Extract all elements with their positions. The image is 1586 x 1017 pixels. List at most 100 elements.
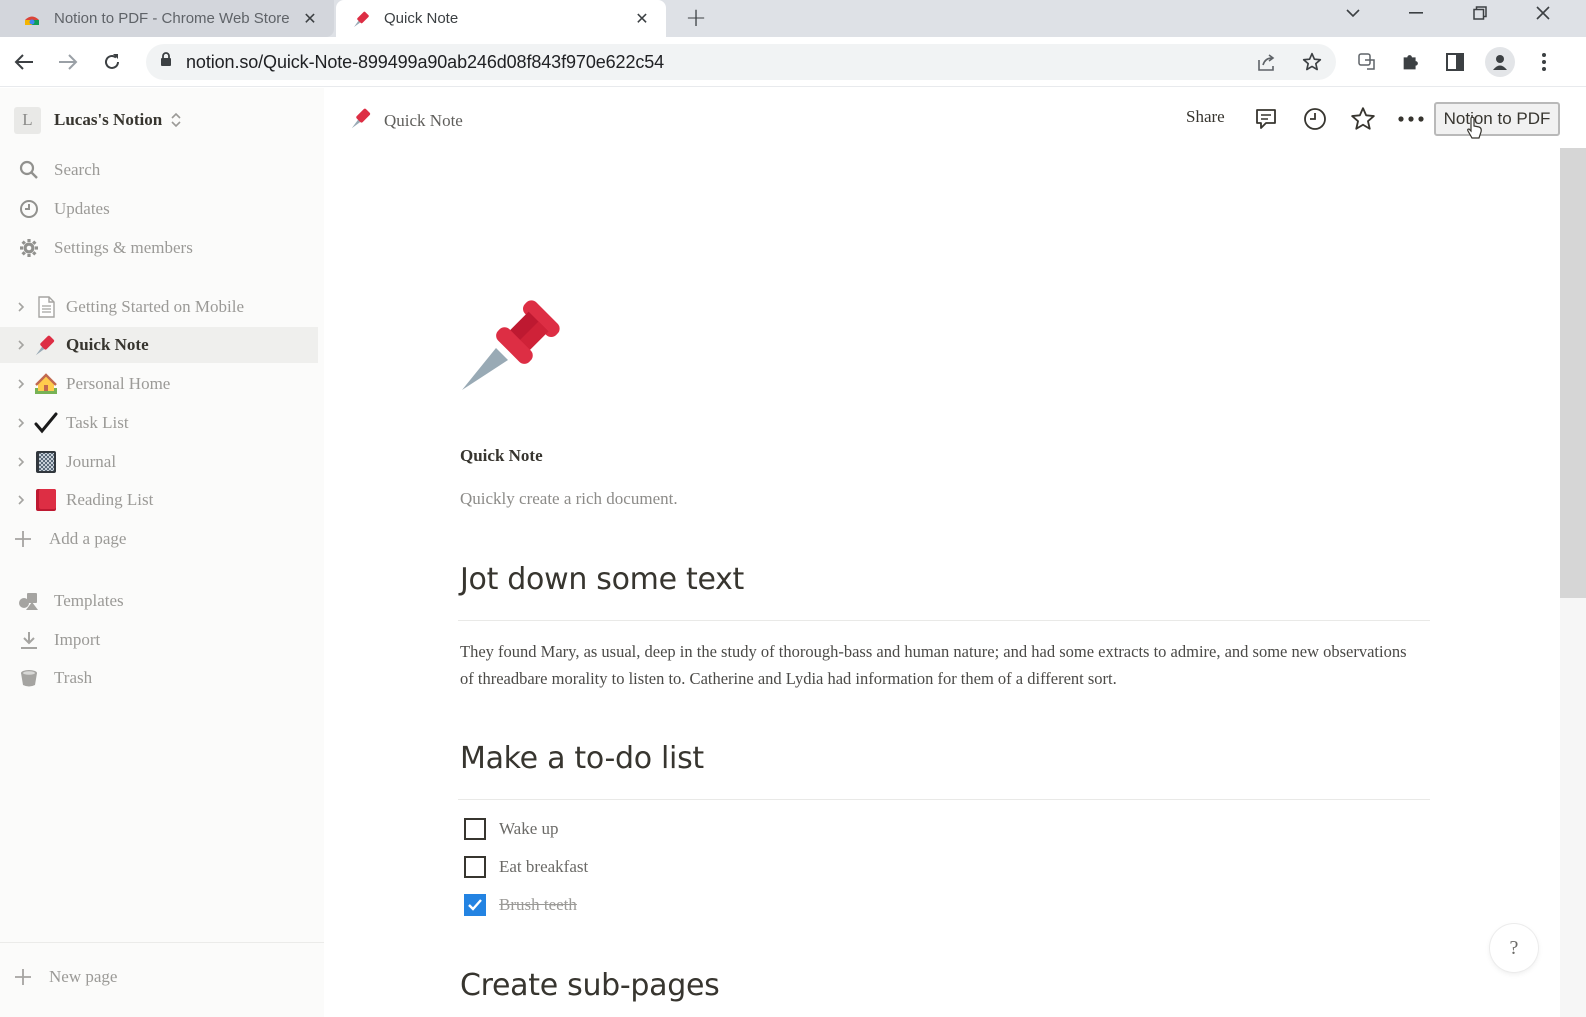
workspace-avatar: L [14, 106, 41, 134]
import-icon [18, 629, 40, 651]
clock-icon [18, 198, 40, 220]
share-button[interactable]: Share [1186, 107, 1225, 127]
breadcrumb[interactable]: Quick Note [350, 106, 463, 135]
sidebar-item-updates[interactable]: Updates [0, 191, 318, 227]
chevron-right-icon[interactable] [14, 416, 28, 430]
sidebar-item-label: Trash [54, 668, 93, 687]
todo-checkbox[interactable] [464, 856, 486, 878]
workspace-name: Lucas's Notion [54, 110, 163, 129]
todo-checkbox[interactable] [464, 818, 486, 840]
page-pushpin-icon[interactable] [458, 282, 578, 407]
todo-checkbox-checked[interactable] [464, 894, 486, 916]
sidebar-item-label: Import [54, 630, 101, 649]
more-options-icon[interactable] [1397, 105, 1425, 133]
pushpin-icon [350, 106, 374, 135]
sidebar-item-templates[interactable]: Templates [0, 583, 318, 619]
sidebar-item-label: New page [49, 967, 118, 986]
sidebar-page-journal[interactable]: Journal [0, 444, 318, 480]
reload-icon [105, 54, 119, 69]
address-bar[interactable]: notion.so/Quick-Note-899499a90ab246d08f8… [146, 44, 1336, 80]
restore-button[interactable] [1460, 0, 1500, 26]
chevron-right-icon[interactable] [14, 493, 28, 507]
todo-label[interactable]: Eat breakfast [499, 857, 588, 877]
paragraph-block[interactable]: They found Mary, as usual, deep in the s… [460, 638, 1420, 692]
sidebar-item-trash[interactable]: Trash [0, 660, 318, 696]
history-clock-icon[interactable] [1301, 105, 1329, 133]
url-text[interactable]: notion.so/Quick-Note-899499a90ab246d08f8… [186, 52, 664, 73]
chevron-right-icon[interactable] [14, 338, 28, 352]
forward-button[interactable] [53, 47, 83, 77]
notion-sidebar: L Lucas's Notion Search Updates Settings… [0, 88, 324, 1017]
close-tab-button[interactable]: ✕ [630, 7, 654, 31]
chevron-up-down-icon [170, 112, 182, 128]
sidebar-page-task-list[interactable]: Task List [0, 405, 318, 441]
new-tab-button[interactable]: + [682, 3, 710, 33]
workspace-switcher[interactable]: L Lucas's Notion [14, 106, 182, 134]
favorite-star-icon[interactable] [1349, 105, 1377, 133]
help-button[interactable]: ? [1490, 924, 1538, 972]
sidebar-item-label: Search [54, 160, 101, 179]
browser-toolbar: notion.so/Quick-Note-899499a90ab246d08f8… [0, 37, 1586, 87]
chevron-right-icon[interactable] [14, 377, 28, 391]
reload-button[interactable] [97, 47, 127, 77]
chevron-right-icon[interactable] [14, 300, 28, 314]
todo-label[interactable]: Wake up [499, 819, 559, 839]
heading-jot-down[interactable]: Jot down some text [460, 562, 744, 597]
back-button[interactable] [9, 47, 39, 77]
side-panel-icon[interactable] [1442, 49, 1468, 75]
sidebar-item-search[interactable]: Search [0, 152, 318, 188]
bookmark-star-icon[interactable] [1301, 51, 1323, 73]
sidebar-page-personal-home[interactable]: Personal Home [0, 366, 318, 402]
sidebar-item-label: Settings & members [54, 238, 193, 257]
tab-quick-note[interactable]: Quick Note ✕ [336, 0, 666, 37]
close-window-button[interactable] [1523, 0, 1563, 26]
notion-to-pdf-button[interactable]: Notion to PDF [1434, 102, 1560, 136]
todo-label[interactable]: Brush teeth [499, 895, 577, 915]
close-tab-button[interactable]: ✕ [298, 7, 322, 31]
share-page-icon[interactable] [1256, 51, 1278, 73]
checkmark-icon [468, 899, 482, 911]
todo-item: Brush teeth [464, 894, 577, 916]
profile-avatar-icon[interactable] [1485, 47, 1515, 77]
document-icon [34, 295, 58, 319]
tab-title: Quick Note [384, 10, 459, 27]
sidebar-page-getting-started[interactable]: Getting Started on Mobile [0, 289, 318, 325]
chrome-menu-kebab-icon[interactable] [1531, 49, 1557, 75]
arrow-right-icon [59, 54, 78, 70]
scrollbar-thumb[interactable] [1560, 148, 1586, 598]
page-content: Quick Note Quickly create a rich documen… [324, 148, 1560, 1017]
tab-search-button[interactable] [1333, 0, 1373, 26]
chevron-right-icon[interactable] [14, 455, 28, 469]
notion-topbar: Quick Note Share Notion to PDF [324, 88, 1586, 148]
heading-sub-pages[interactable]: Create sub-pages [460, 968, 720, 1003]
arrow-left-icon [14, 54, 33, 70]
checkmark-icon [34, 411, 58, 435]
extension-translate-icon[interactable] [1354, 49, 1380, 75]
new-page-button[interactable]: New page [0, 959, 318, 995]
plus-icon [12, 528, 34, 550]
sidebar-item-label: Updates [54, 199, 110, 218]
pushpin-icon [34, 333, 58, 357]
comments-icon[interactable] [1252, 105, 1280, 133]
sidebar-item-label: Task List [66, 413, 129, 432]
tab-chrome-web-store[interactable]: Notion to PDF - Chrome Web Store ✕ [0, 0, 334, 37]
templates-icon [18, 590, 40, 612]
sidebar-item-label: Getting Started on Mobile [66, 297, 245, 316]
sidebar-item-settings[interactable]: Settings & members [0, 230, 318, 266]
minimize-button[interactable] [1396, 0, 1436, 26]
add-page-button[interactable]: Add a page [0, 521, 318, 557]
extensions-puzzle-icon[interactable] [1398, 49, 1424, 75]
sidebar-page-quick-note[interactable]: Quick Note [0, 327, 318, 363]
page-subtitle[interactable]: Quickly create a rich document. [460, 489, 678, 509]
sidebar-item-label: Reading List [66, 490, 154, 509]
sidebar-item-label: Templates [54, 591, 124, 610]
heading-divider [458, 620, 1430, 621]
heading-todo-list[interactable]: Make a to-do list [460, 741, 704, 776]
notebook-icon [34, 450, 58, 474]
sidebar-item-import[interactable]: Import [0, 622, 318, 658]
hand-cursor-icon [1466, 116, 1484, 145]
page-title[interactable]: Quick Note [460, 446, 543, 466]
sidebar-page-reading-list[interactable]: Reading List [0, 482, 318, 518]
lock-icon[interactable] [160, 52, 172, 72]
sidebar-item-label: Quick Note [66, 335, 149, 354]
